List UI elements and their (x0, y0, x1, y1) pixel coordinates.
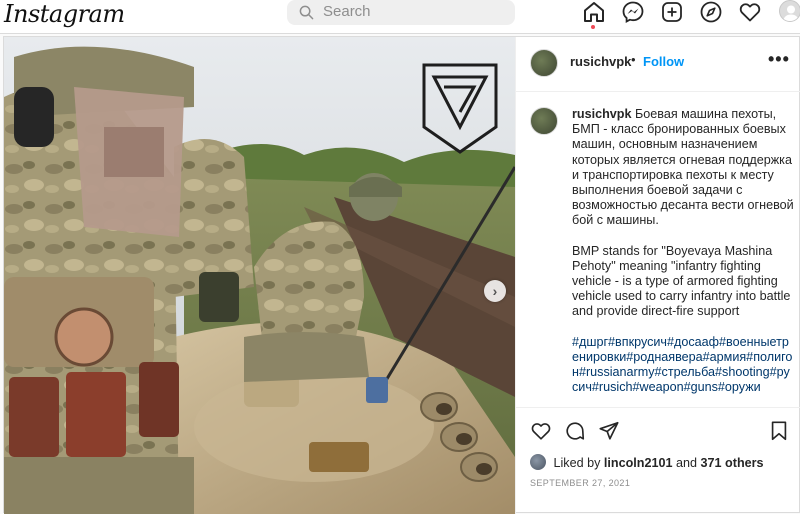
follow-button[interactable]: Follow (643, 54, 684, 69)
post-actions-bar (516, 407, 800, 447)
explore-icon[interactable] (699, 0, 723, 24)
messenger-icon[interactable] (621, 0, 645, 24)
author-username[interactable]: rusichvpk (570, 54, 631, 69)
liker-avatar[interactable] (530, 454, 546, 470)
home-icon[interactable] (582, 0, 606, 24)
activity-heart-icon[interactable] (738, 0, 762, 24)
comment-icon[interactable] (564, 420, 586, 442)
post-caption: rusichvpk Боевая машина пехоты, БМП - кл… (572, 107, 794, 405)
post-side-panel: rusichvpk • Follow ••• rusichvpk Боевая … (515, 37, 800, 514)
share-icon[interactable] (598, 420, 620, 442)
likes-prefix: Liked by (553, 456, 601, 470)
post-card: › rusichvpk • Follow ••• rusichvpk Боева… (3, 36, 800, 514)
separator-dot: • (631, 52, 636, 67)
like-heart-icon[interactable] (530, 420, 552, 442)
search-placeholder: Search (323, 3, 371, 20)
more-options-icon[interactable]: ••• (768, 49, 790, 70)
post-image[interactable]: › (4, 37, 515, 514)
liker-username[interactable]: lincoln2101 (604, 456, 673, 470)
search-input[interactable]: Search (287, 0, 515, 25)
profile-avatar[interactable] (779, 0, 800, 22)
search-icon (299, 5, 314, 20)
post-photo-scene (4, 37, 515, 514)
likes-others[interactable]: 371 others (701, 456, 764, 470)
new-post-icon[interactable] (660, 0, 684, 24)
post-date: SEPTEMBER 27, 2021 (530, 478, 631, 488)
likes-and: and (676, 456, 698, 470)
caption-text-ru: Боевая машина пехоты, БМП - класс бронир… (572, 107, 794, 228)
notification-dot (591, 25, 595, 29)
caption-hashtags[interactable]: #дшрг#впкрусич#досааф#военныетренировки#… (572, 335, 794, 396)
post-header: rusichvpk • Follow ••• (516, 37, 800, 92)
caption-username[interactable]: rusichvpk (572, 107, 632, 121)
caption-avatar[interactable] (530, 107, 558, 135)
author-avatar[interactable] (530, 49, 558, 77)
likes-summary: Liked by lincoln2101 and 371 others (530, 454, 764, 470)
next-photo-button[interactable]: › (484, 280, 506, 302)
instagram-logo[interactable]: Instagram (4, 0, 125, 28)
bookmark-icon[interactable] (768, 420, 790, 442)
caption-text-en: BMP stands for "Boyevaya Mashina Pehoty"… (572, 243, 791, 319)
top-nav-bar: Instagram Search (0, 0, 800, 34)
